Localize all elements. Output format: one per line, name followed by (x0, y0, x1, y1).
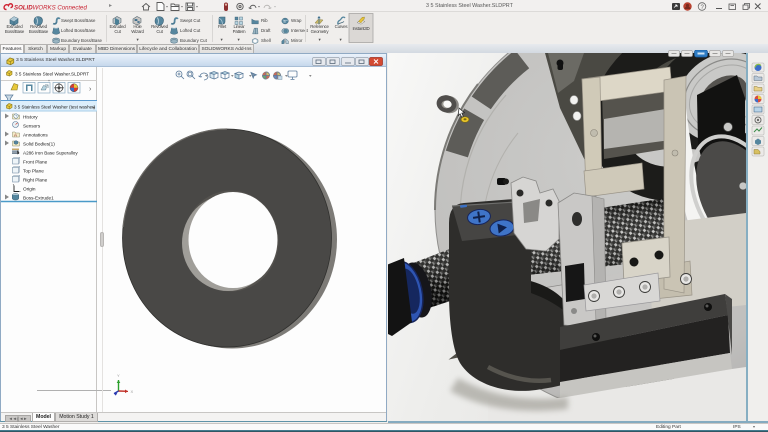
svg-text:SOLIDWORKS Connected: SOLIDWORKS Connected (14, 5, 87, 12)
svg-text:A: A (14, 133, 17, 138)
svg-text:Front Plane: Front Plane (23, 160, 48, 165)
svg-text:History: History (23, 115, 38, 120)
svg-text:Top Plane: Top Plane (23, 169, 44, 174)
svg-text:A286 Iron Base Superalloy: A286 Iron Base Superalloy (23, 151, 78, 156)
svg-text:›: › (89, 86, 92, 93)
svg-text:X: X (131, 389, 134, 394)
svg-text:Sensors: Sensors (23, 124, 41, 129)
svg-text:3 5 Stainless Steel Washer.SLD: 3 5 Stainless Steel Washer.SLDPRT (15, 72, 89, 77)
svg-text:Boss-Extrude1: Boss-Extrude1 (23, 196, 54, 201)
svg-text:Right Plane: Right Plane (23, 178, 48, 183)
svg-text:Annotations: Annotations (23, 133, 48, 138)
svg-text:Origin: Origin (23, 187, 36, 192)
svg-text:Y: Y (117, 373, 120, 378)
svg-text:Solid Bodies(1): Solid Bodies(1) (23, 142, 55, 147)
svg-text:3 5 Stainless Steel Washer (te: 3 5 Stainless Steel Washer (test washer) (14, 105, 96, 110)
